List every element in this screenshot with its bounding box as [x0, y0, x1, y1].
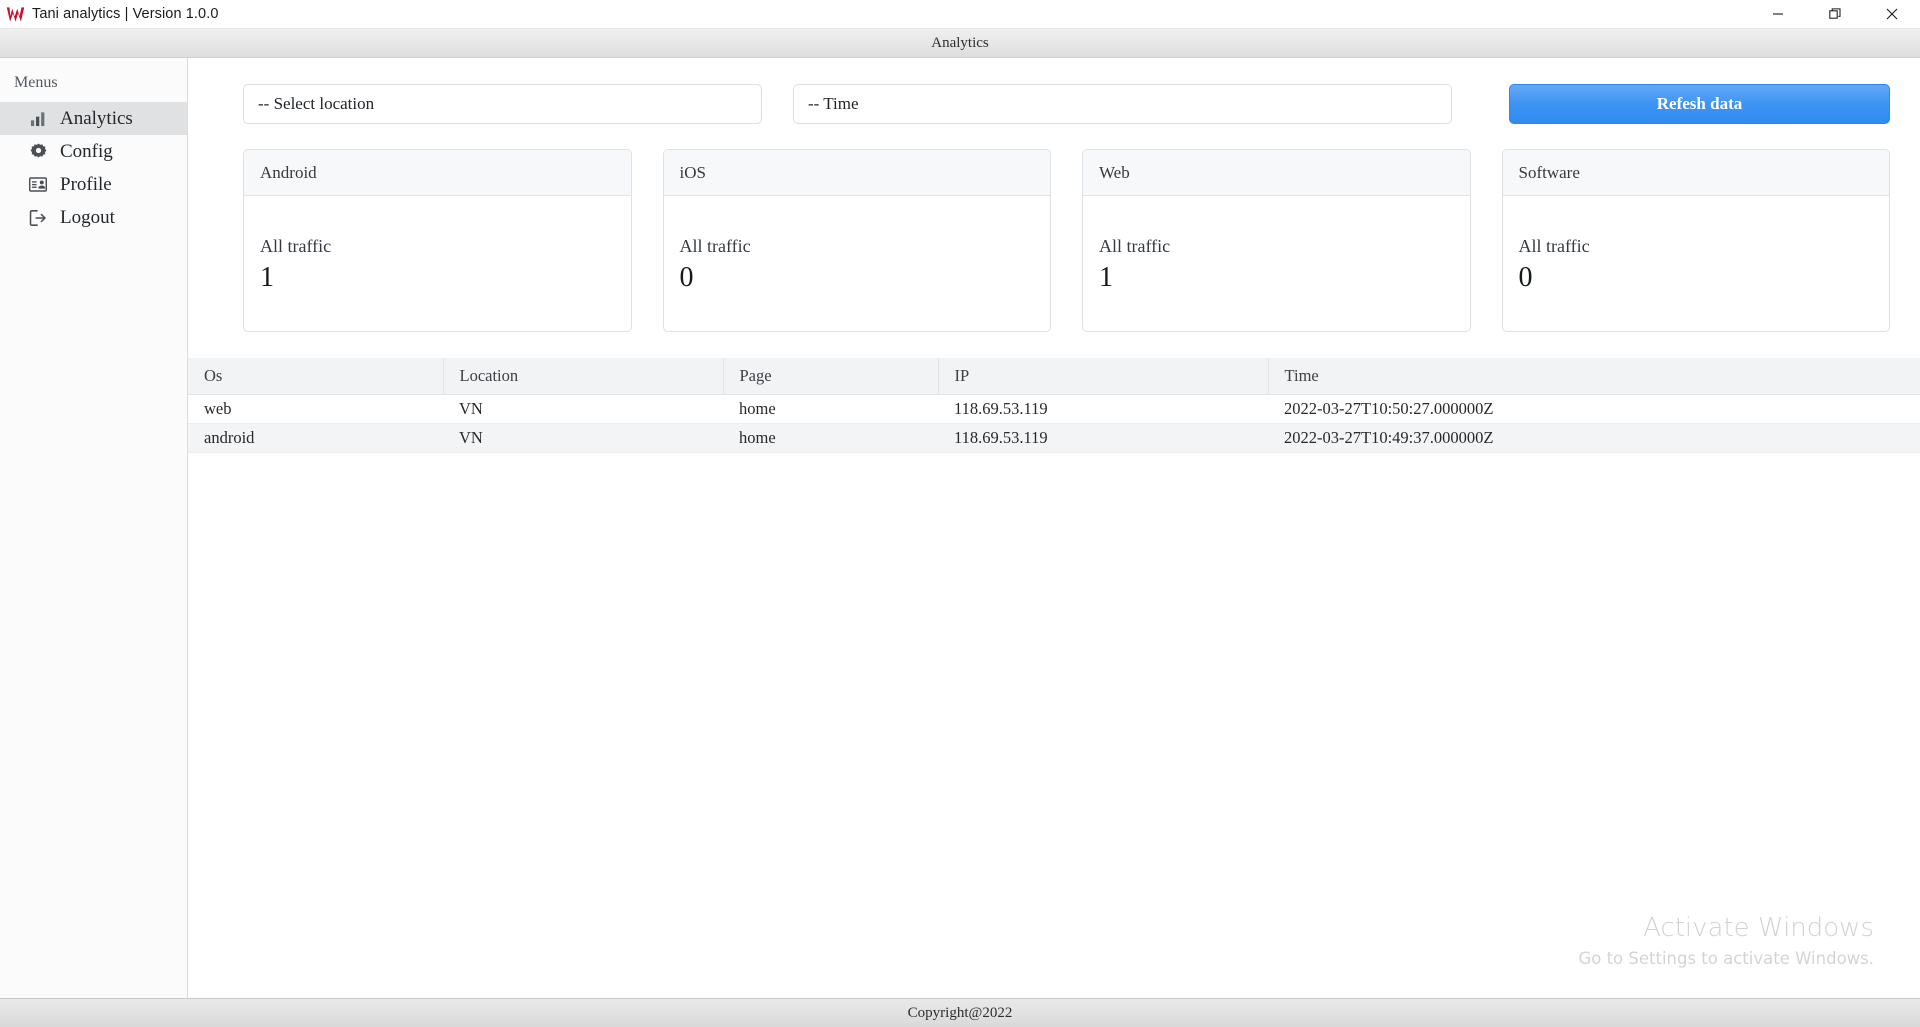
sidebar-section-label: Menus [14, 74, 58, 91]
stat-card-web: Web All traffic 1 [1082, 149, 1471, 332]
app-subheader: Analytics [0, 29, 1920, 58]
stat-card-subtitle: All traffic [1518, 236, 1590, 256]
time-select[interactable]: -- Time [793, 84, 1452, 124]
stat-card-subtitle: All traffic [1099, 236, 1171, 256]
gear-icon [28, 142, 48, 162]
cell-location: VN [443, 394, 723, 424]
page-title: Analytics [931, 34, 989, 51]
column-header-location[interactable]: Location [443, 358, 724, 395]
stat-card-title: Web [1083, 150, 1470, 196]
restore-icon[interactable] [1806, 0, 1863, 29]
tani-w-logo-icon [4, 3, 26, 25]
window-titlebar: Tani analytics | Version 1.0.0 [0, 0, 1920, 29]
cell-page: home [723, 423, 938, 453]
id-card-icon [28, 175, 48, 195]
stat-card-subtitle: All traffic [679, 236, 751, 256]
sidebar: Menus Analytics Config Profile Logout [0, 58, 188, 998]
column-header-ip[interactable]: IP [938, 358, 1269, 395]
table-row[interactable]: web VN home 118.69.53.119 2022-03-27T10:… [188, 394, 1920, 424]
watermark-subtext: Go to Settings to activate Windows. [1578, 948, 1874, 968]
column-header-page[interactable]: Page [723, 358, 939, 395]
bar-chart-icon [28, 109, 48, 129]
sidebar-item-config[interactable]: Config [0, 135, 187, 168]
time-select-value: -- Time [808, 94, 859, 113]
stat-card-title: Android [244, 150, 631, 196]
location-select-value: -- Select location [258, 94, 375, 113]
main-content: -- Select location -- Time Refesh data A… [188, 58, 1920, 998]
column-header-os[interactable]: Os [188, 358, 444, 395]
location-select[interactable]: -- Select location [243, 84, 762, 124]
cell-os: android [188, 423, 443, 453]
table-header-row: Os Location Page IP Time [188, 358, 1920, 395]
stat-card-value: 1 [1099, 262, 1113, 293]
stat-card-software: Software All traffic 0 [1501, 149, 1890, 332]
cell-os: web [188, 394, 443, 424]
cell-page: home [723, 394, 938, 424]
traffic-table-body: web VN home 118.69.53.119 2022-03-27T10:… [188, 394, 1920, 453]
minimize-icon[interactable] [1749, 0, 1806, 29]
traffic-table: Os Location Page IP Time web VN home 118… [188, 358, 1920, 453]
app-shell: Menus Analytics Config Profile Logout --… [0, 58, 1920, 998]
refresh-data-button[interactable]: Refesh data [1509, 84, 1890, 124]
window-controls [1749, 0, 1920, 29]
stat-card-body: All traffic 1 [1083, 196, 1470, 331]
stat-card-android: Android All traffic 1 [243, 149, 632, 332]
sidebar-item-profile[interactable]: Profile [0, 168, 187, 201]
stat-card-body: All traffic 1 [244, 196, 631, 331]
stat-card-body: All traffic 0 [1503, 196, 1890, 331]
stat-card-list: Android All traffic 1 iOS All traffic 0 … [243, 149, 1890, 332]
sidebar-item-logout[interactable]: Logout [0, 201, 187, 234]
app-footer: Copyright@2022 [0, 998, 1920, 1027]
stat-card-value: 0 [1518, 262, 1533, 293]
traffic-table-wrapper: Os Location Page IP Time web VN home 118… [188, 358, 1920, 453]
activate-windows-watermark: Activate Windows Go to Settings to activ… [1578, 912, 1874, 970]
stat-card-title: Software [1502, 150, 1889, 196]
stat-card-value: 0 [679, 262, 694, 293]
stat-card-ios: iOS All traffic 0 [662, 149, 1051, 332]
sidebar-item-label: Logout [60, 207, 115, 228]
cell-ip: 118.69.53.119 [938, 423, 1268, 453]
watermark-headline: Activate Windows [1643, 913, 1874, 944]
column-header-time[interactable]: Time [1268, 358, 1920, 395]
stat-card-title: iOS [663, 150, 1050, 196]
table-row[interactable]: android VN home 118.69.53.119 2022-03-27… [188, 423, 1920, 453]
stat-card-body: All traffic 0 [664, 196, 1051, 331]
cell-time: 2022-03-27T10:50:27.000000Z [1268, 394, 1920, 424]
traffic-table-head: Os Location Page IP Time [188, 358, 1920, 395]
cell-ip: 118.69.53.119 [938, 394, 1268, 424]
sidebar-item-label: Analytics [60, 108, 133, 129]
cell-time: 2022-03-27T10:49:37.000000Z [1268, 423, 1920, 453]
copyright-text: Copyright@2022 [907, 1004, 1013, 1021]
sign-out-icon [28, 208, 48, 228]
sidebar-item-label: Config [60, 141, 113, 162]
sidebar-item-label: Profile [60, 174, 112, 195]
filter-bar: -- Select location -- Time Refesh data [243, 84, 1890, 124]
stat-card-subtitle: All traffic [260, 236, 332, 256]
close-icon[interactable] [1863, 0, 1920, 29]
stat-card-value: 1 [260, 262, 274, 293]
window-title: Tani analytics | Version 1.0.0 [32, 6, 219, 22]
cell-location: VN [443, 423, 723, 453]
sidebar-item-analytics[interactable]: Analytics [0, 102, 187, 135]
